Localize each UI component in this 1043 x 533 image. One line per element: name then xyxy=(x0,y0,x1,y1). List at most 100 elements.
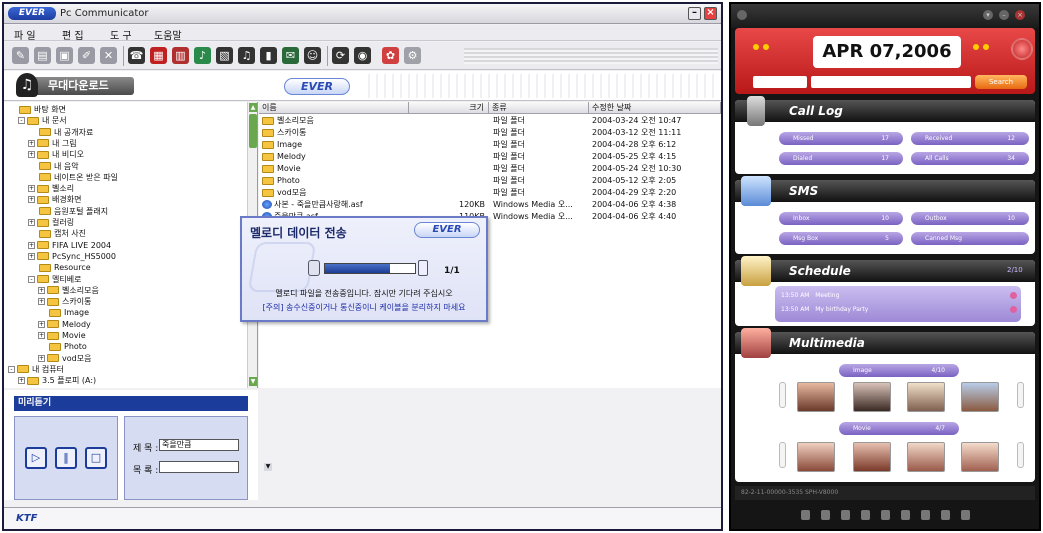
tree-item[interactable]: + 컬러링 xyxy=(28,217,74,228)
schedule-icon[interactable] xyxy=(861,510,870,520)
received-calls-item[interactable]: Received 12 xyxy=(911,132,1029,145)
expand-icon[interactable]: + xyxy=(38,286,45,294)
video-icon[interactable]: ▮ xyxy=(260,47,277,64)
scroll-right-icon[interactable] xyxy=(1017,382,1024,408)
movie-album-item[interactable]: Movie 4/7 xyxy=(839,422,959,435)
tree-item[interactable]: + FIFA LIVE 2004 xyxy=(28,240,111,251)
tree-item[interactable]: 내 공개자료 xyxy=(28,127,93,138)
tree-item[interactable]: + 배경화면 xyxy=(28,194,81,205)
tree-item[interactable]: + PcSync_HS5000 xyxy=(28,251,116,262)
settings-icon[interactable] xyxy=(961,510,970,520)
tree-item[interactable]: 내 음악 xyxy=(28,161,79,172)
column-size[interactable]: 크기 xyxy=(409,102,489,114)
image-thumbnail[interactable] xyxy=(797,382,835,412)
category-select[interactable] xyxy=(753,76,807,88)
tree-item[interactable]: - 내 컴퓨터 xyxy=(8,364,64,375)
expand-icon[interactable]: + xyxy=(28,185,35,193)
menu-file[interactable]: 파 일 xyxy=(14,27,36,42)
tree-item[interactable]: + 스카이통 xyxy=(38,296,91,307)
memo-icon[interactable]: ▥ xyxy=(172,47,189,64)
movie-thumbnail[interactable] xyxy=(853,442,891,472)
minimize-icon[interactable]: – xyxy=(999,10,1009,20)
msg-box-item[interactable]: Msg Box 5 xyxy=(779,232,903,245)
missed-calls-item[interactable]: Missed 17 xyxy=(779,132,903,145)
column-type[interactable]: 종류 xyxy=(489,102,589,114)
memo-icon[interactable] xyxy=(881,510,890,520)
expand-icon[interactable]: + xyxy=(28,196,35,204)
all-calls-item[interactable]: All Calls 34 xyxy=(911,152,1029,165)
play-button[interactable]: ▷ xyxy=(25,447,47,469)
canned-msg-item[interactable]: Canned Msg xyxy=(911,232,1029,245)
close-icon[interactable]: × xyxy=(1015,10,1025,20)
menu-edit[interactable]: 편 집 xyxy=(62,27,84,42)
chevron-down-icon[interactable]: ▼ xyxy=(264,463,272,471)
scroll-thumb[interactable] xyxy=(249,114,257,148)
file-name[interactable]: 스카이통 xyxy=(262,128,412,138)
movie-thumbnail[interactable] xyxy=(907,442,945,472)
tree-item[interactable]: + vod모음 xyxy=(38,353,91,364)
close-button[interactable]: × xyxy=(704,7,717,20)
tree-item[interactable]: + Melody xyxy=(38,319,91,330)
movie-thumbnail[interactable] xyxy=(961,442,999,472)
expand-icon[interactable]: + xyxy=(28,151,35,159)
expand-icon[interactable]: + xyxy=(28,252,35,260)
tree-item[interactable]: 음원포털 플래지 xyxy=(28,206,108,217)
image-thumbnail[interactable] xyxy=(907,382,945,412)
tree-item[interactable]: - 내 문서 xyxy=(18,115,67,126)
settings-icon[interactable]: ▾ xyxy=(983,10,993,20)
tree-item[interactable]: 네이트온 받은 파일 xyxy=(28,172,118,183)
photo-icon[interactable]: ▧ xyxy=(216,47,233,64)
column-name[interactable]: 이름 xyxy=(259,102,409,114)
dialed-calls-item[interactable]: Dialed 17 xyxy=(779,152,903,165)
video-icon[interactable] xyxy=(941,510,950,520)
inbox-item[interactable]: Inbox 10 xyxy=(779,212,903,225)
file-name[interactable]: Photo xyxy=(262,176,412,186)
movie-thumbnail[interactable] xyxy=(797,442,835,472)
open-icon[interactable]: ▤ xyxy=(34,47,51,64)
file-name[interactable]: Movie xyxy=(262,164,412,174)
tree-item[interactable]: + Movie xyxy=(38,330,86,341)
scroll-down-icon[interactable]: ▼ xyxy=(249,377,257,386)
phonebook-icon[interactable]: ☎ xyxy=(128,47,145,64)
title-field[interactable]: 죽을만큼 xyxy=(159,439,239,451)
collapse-icon[interactable]: - xyxy=(28,275,35,283)
expand-icon[interactable]: + xyxy=(28,241,35,249)
message-icon[interactable]: ✉ xyxy=(282,47,299,64)
outbox-item[interactable]: Outbox 10 xyxy=(911,212,1029,225)
tree-item[interactable]: + 내 그림 xyxy=(28,138,77,149)
edit-icon[interactable]: ✐ xyxy=(78,47,95,64)
bell-icon[interactable]: ♪ xyxy=(194,47,211,64)
tree-item[interactable]: + 벨소리모음 xyxy=(38,285,99,296)
expand-icon[interactable]: + xyxy=(28,139,35,147)
expand-icon[interactable]: + xyxy=(38,354,45,362)
image-thumbnail[interactable] xyxy=(853,382,891,412)
connect-icon[interactable]: ⚙ xyxy=(404,47,421,64)
search-input[interactable] xyxy=(811,76,971,88)
contacts-icon[interactable] xyxy=(841,510,850,520)
image-album-item[interactable]: Image 4/10 xyxy=(839,364,959,377)
tree-item[interactable]: Image xyxy=(38,307,89,318)
minimize-button[interactable]: – xyxy=(688,7,701,20)
file-name[interactable]: Image xyxy=(262,140,412,150)
file-name[interactable]: vod모음 xyxy=(262,188,412,198)
expand-icon[interactable]: + xyxy=(38,332,45,339)
search-button[interactable]: Search xyxy=(975,75,1027,89)
power-button[interactable] xyxy=(1011,38,1033,60)
message-icon[interactable] xyxy=(821,510,830,520)
file-name[interactable]: 사본 - 죽을만큼사랑해.asf xyxy=(262,200,412,210)
music-icon[interactable]: ♫ xyxy=(238,47,255,64)
scroll-left-icon[interactable] xyxy=(779,442,786,468)
tree-item[interactable]: - 멜티베로 xyxy=(28,274,81,285)
expand-icon[interactable]: + xyxy=(18,377,25,385)
photo-icon[interactable] xyxy=(901,510,910,520)
tree-item[interactable]: 캡처 사진 xyxy=(28,228,86,239)
file-name[interactable]: Melody xyxy=(262,152,412,162)
save-icon[interactable]: ▣ xyxy=(56,47,73,64)
menu-tools[interactable]: 도 구 xyxy=(110,27,132,42)
contacts-icon[interactable]: ☺ xyxy=(304,47,321,64)
scroll-right-icon[interactable] xyxy=(1017,442,1024,468)
tree-item[interactable]: + 내 비디오 xyxy=(28,149,84,160)
expand-icon[interactable]: + xyxy=(28,219,35,226)
delete-icon[interactable]: ✕ xyxy=(100,47,117,64)
collapse-icon[interactable]: - xyxy=(18,117,25,125)
